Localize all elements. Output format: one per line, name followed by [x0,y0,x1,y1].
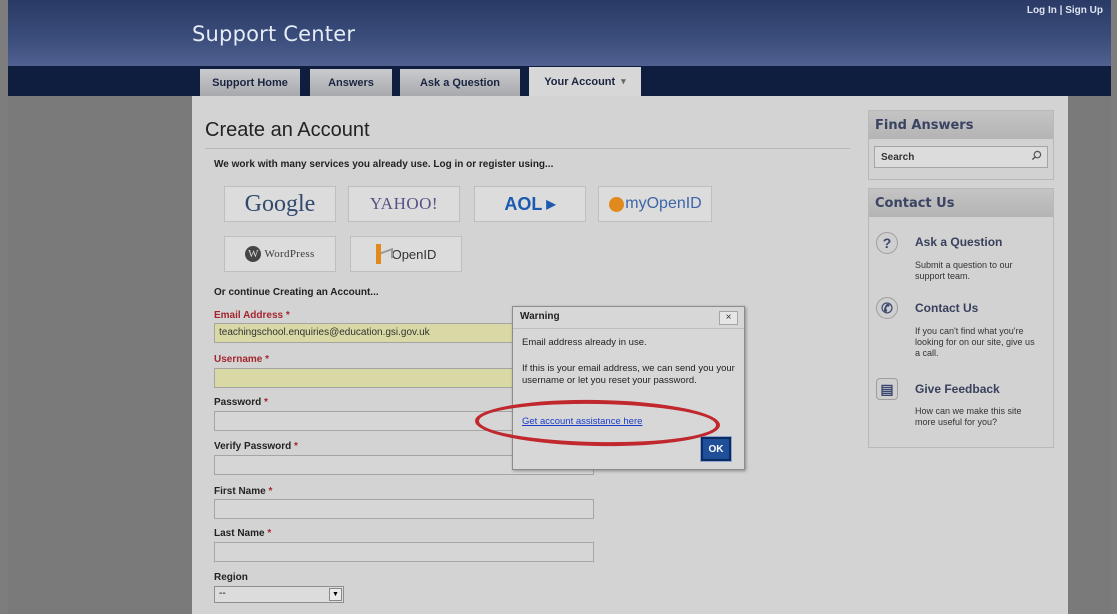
label-text: First Name [214,486,266,497]
label-text: Email Address [214,310,284,321]
phone-icon: ✆ [876,297,898,319]
first-name-field[interactable] [214,499,594,519]
provider-label: OpenID [391,246,437,262]
required-marker: * [265,354,270,365]
last-name-field[interactable] [214,542,594,562]
form-section-title: Or continue Creating an Account... [214,287,379,298]
aol-login-button[interactable]: AOL ▶ [474,186,586,222]
give-feedback-desc: How can we make this site more useful fo… [915,406,1022,427]
provider-label: myOpenID [625,195,702,212]
chevron-down-icon: ▾ [621,76,626,86]
account-assistance-link[interactable]: Get account assistance here [522,416,642,427]
provider-label: AOL [504,193,543,214]
warning-dialog: Warning × Email address already in use. … [512,306,745,470]
close-icon[interactable]: × [719,311,738,325]
required-marker: * [264,397,268,408]
myopenid-login-button[interactable]: myOpenID [598,186,712,222]
search-placeholder: Search [881,152,915,163]
username-field[interactable] [214,368,514,388]
wordpress-login-button[interactable]: W WordPress [224,236,336,272]
email-field[interactable]: teachingschool.enquiries@education.gsi.g… [214,323,514,343]
auth-separator: | [1059,5,1063,16]
label-text: Password [214,397,262,408]
wordpress-logo-icon: W [245,246,262,262]
aol-arrow-icon: ▶ [546,197,556,211]
select-value: -- [219,588,226,599]
first-name-label: First Name * [214,486,272,497]
openid-login-button[interactable]: OpenID [350,236,462,272]
question-icon: ? [876,232,898,254]
tab-ask-question[interactable]: Ask a Question [400,69,520,96]
search-input[interactable]: Search [874,146,1048,168]
find-answers-box: Find Answers [868,110,1054,180]
dialog-message: Email address already in use. [522,337,647,348]
tab-your-account[interactable]: Your Account ▾ [529,67,641,96]
ask-question-link[interactable]: Ask a Question [915,235,1002,249]
find-answers-title: Find Answers [869,111,1053,139]
feedback-icon: ▤ [876,378,898,400]
contact-us-link[interactable]: Contact Us [915,301,978,315]
tab-label: Support Home [212,76,288,89]
tab-answers[interactable]: Answers [310,69,392,96]
openid-logo-icon [375,244,388,264]
chevron-down-icon: ▼ [329,588,342,601]
required-marker: * [294,441,298,452]
provider-label: WordPress [264,248,315,260]
email-label: Email Address * [214,310,290,321]
ok-button[interactable]: OK [700,436,732,462]
tab-support-home[interactable]: Support Home [200,69,300,96]
label-text: Verify Password [214,441,292,452]
search-icon[interactable] [1031,150,1042,161]
tab-label: Answers [328,76,374,89]
ask-question-desc: Submit a question to our support team. [915,260,1013,281]
password-field[interactable] [214,411,514,431]
login-link[interactable]: Log In [1027,5,1057,16]
tab-label: Your Account [544,75,616,88]
auth-links: Log In | Sign Up [1027,5,1103,16]
provider-intro: We work with many services you already u… [214,159,554,170]
dialog-title: Warning [513,307,744,329]
dialog-detail: If this is your email address, we can se… [522,363,735,386]
region-select[interactable]: -- ▼ [214,586,344,603]
last-name-label: Last Name * [214,528,271,539]
verify-password-label: Verify Password * [214,441,298,452]
region-label: Region [214,572,248,583]
required-marker: * [285,310,290,321]
required-marker: * [268,486,273,497]
username-label: Username * [214,354,269,365]
title-divider [205,148,850,149]
yahoo-login-button[interactable]: YAHOO! [348,186,460,222]
tab-label: Ask a Question [419,76,501,89]
google-login-button[interactable]: Google [224,186,336,222]
contact-us-desc: If you can't find what you're looking fo… [915,326,1035,358]
site-header [8,0,1111,66]
contact-us-title: Contact Us [869,189,1053,217]
label-text: Last Name [214,528,265,539]
label-text: Username [214,354,263,365]
page-title: Create an Account [205,119,370,141]
openid-logo-icon [609,196,625,212]
required-marker: * [267,528,272,539]
provider-label: YAHOO! [369,194,439,213]
provider-label: Google [244,190,316,217]
signup-link[interactable]: Sign Up [1065,5,1103,16]
site-brand[interactable]: Support Center [192,22,355,46]
password-label: Password * [214,397,268,408]
give-feedback-link[interactable]: Give Feedback [915,382,1000,396]
